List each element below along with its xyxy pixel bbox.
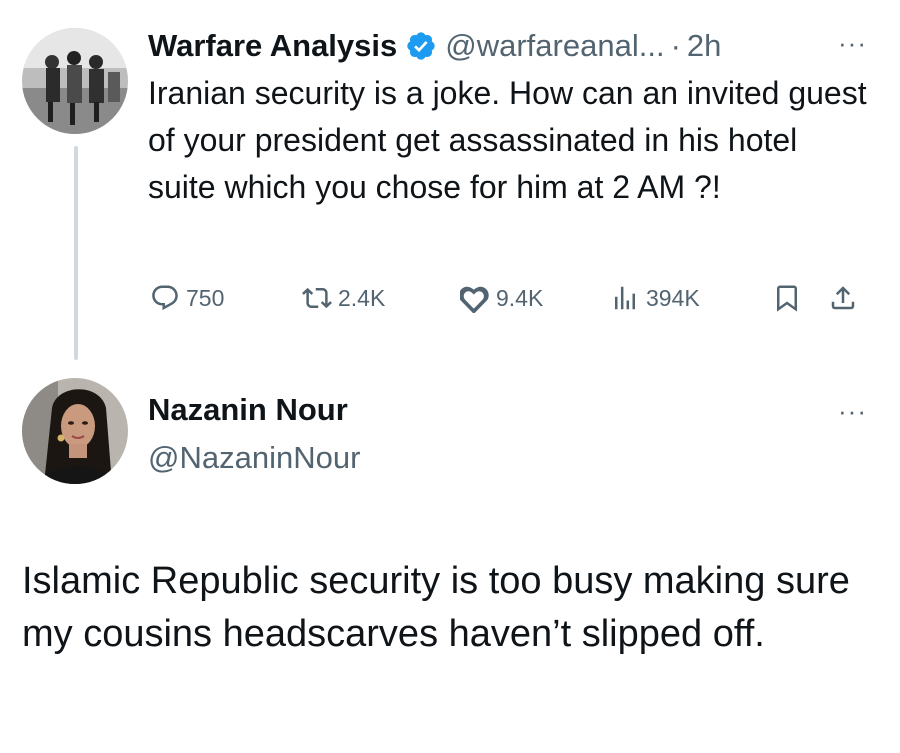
timestamp[interactable]: 2h — [687, 28, 721, 64]
reply-author-handle[interactable]: @NazaninNour — [148, 440, 360, 476]
reply-button[interactable]: 750 — [150, 278, 224, 318]
like-button[interactable]: 9.4K — [460, 278, 543, 318]
tweet-action-bar: 750 2.4K 9.4K 394K — [148, 278, 878, 318]
verified-badge-icon — [405, 30, 437, 62]
avatar-nazanin-nour[interactable] — [22, 378, 128, 484]
parent-tweet-header: Warfare Analysis @warfareanal... · 2h — [148, 24, 721, 68]
bookmark-button[interactable] — [772, 278, 808, 318]
avatar-warfare-analysis[interactable] — [22, 28, 128, 134]
reply-tweet-text: Islamic Republic security is too busy ma… — [22, 560, 850, 655]
author-name[interactable]: Warfare Analysis — [148, 28, 397, 64]
views-count: 394K — [646, 284, 700, 311]
share-button[interactable] — [828, 278, 864, 318]
reply-icon — [152, 285, 178, 311]
views-icon — [615, 286, 635, 310]
more-icon[interactable]: ··· — [838, 30, 867, 56]
author-handle[interactable]: @warfareanal... — [445, 28, 664, 64]
parent-tweet-text: Iranian security is a joke. How can an i… — [148, 75, 867, 205]
bookmark-icon — [777, 285, 797, 312]
retweet-icon — [302, 287, 332, 309]
thread-connector-line — [74, 146, 78, 360]
more-icon[interactable]: ··· — [838, 398, 867, 424]
like-count: 9.4K — [496, 284, 544, 311]
separator-dot: · — [670, 28, 681, 63]
reply-count: 750 — [186, 284, 225, 311]
retweet-count: 2.4K — [338, 284, 386, 311]
reply-author-name[interactable]: Nazanin Nour — [148, 392, 348, 428]
like-icon — [460, 286, 489, 313]
views-button[interactable]: 394K — [610, 278, 700, 318]
share-icon — [831, 286, 855, 310]
retweet-button[interactable]: 2.4K — [302, 278, 385, 318]
